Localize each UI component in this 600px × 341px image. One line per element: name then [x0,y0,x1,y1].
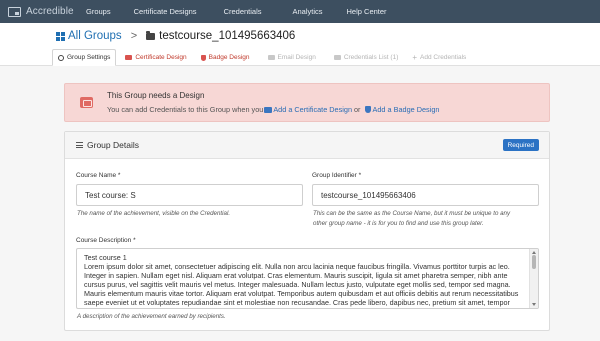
tab-label: Badge Design [208,54,250,61]
tab-label: Add Credentials [420,54,467,61]
tab-group-settings[interactable]: Group Settings [52,49,117,66]
scroll-thumb[interactable] [532,255,536,269]
add-badge-design-link[interactable]: Add a Badge Design [363,105,440,114]
tab-label: Credentials List (1) [343,54,399,61]
current-group: testcourse_101495663406 [146,30,295,42]
tab-badge-design[interactable]: Badge Design [196,49,255,66]
tab-certificate-design[interactable]: Certificate Design [120,49,191,66]
grid-icon [56,31,65,41]
accredible-logo-icon [8,6,21,17]
tab-label: Certificate Design [135,54,187,61]
list-icon [333,55,341,60]
scroll-down-icon[interactable] [532,303,536,306]
panel-title-label: Group Details [87,140,139,150]
list-icon [76,142,83,148]
tab-label: Email Design [277,54,316,61]
nav-analytics[interactable]: Analytics [293,7,323,16]
alert-title: This Group needs a Design [107,91,205,100]
textarea-scrollbar[interactable] [529,249,538,308]
nav-help-center[interactable]: Help Center [347,7,387,16]
group-identifier-help-line: other group name - it is for you to find… [313,219,484,227]
group-details-panel: Group Details Required Course Name * Tes… [64,131,550,331]
certificate-icon [125,55,133,60]
tab-add-credentials[interactable]: + Add Credentials [407,49,471,66]
breadcrumb: All Groups > testcourse_101495663406 [56,30,295,42]
course-description-textarea[interactable]: Test course 1 Lorem ipsum dolor sit amet… [76,248,539,309]
alert-text-or: or [354,105,361,114]
plus-icon: + [412,52,418,62]
breadcrumb-separator: > [130,30,138,42]
gear-icon [58,54,64,61]
group-identifier-help-line: This can be the same as the Course Name,… [313,210,511,217]
course-name-input[interactable]: Test course: S [76,184,303,206]
course-description-help: A description of the achievement earned … [77,313,226,320]
nav-credentials[interactable]: Credentials [224,7,262,16]
badge-icon [200,54,206,61]
badge-icon [364,106,371,113]
design-needed-alert: This Group needs a Design You can add Cr… [64,83,550,122]
course-description-label: Course Description * [76,237,136,244]
alert-text-before: You can add Credentials to this Group wh… [107,105,264,114]
link-label: Add a Badge Design [372,105,440,114]
panel-header: Group Details Required [65,132,549,159]
course-description-text: Test course 1 Lorem ipsum dolor sit amet… [84,253,519,308]
scroll-up-icon[interactable] [532,251,536,254]
email-icon [267,55,275,60]
nav-groups[interactable]: Groups [86,7,111,16]
panel-title: Group Details [76,140,139,150]
tab-label: Group Settings [67,54,111,61]
course-name-label: Course Name * [76,172,121,179]
all-groups-label: All Groups [68,30,122,42]
brand[interactable]: Accredible [0,6,86,17]
current-group-label: testcourse_101495663406 [159,30,296,42]
brand-name: Accredible [26,6,74,17]
group-identifier-label: Group Identifier * [312,172,362,179]
tab-email-design[interactable]: Email Design [263,49,321,66]
group-identifier-input[interactable]: testcourse_101495663406 [312,184,539,206]
required-badge: Required [502,139,539,151]
tab-credentials-list[interactable]: Credentials List (1) [329,49,404,66]
page-header: All Groups > testcourse_101495663406 Gro… [0,23,600,66]
folder-icon [146,30,156,40]
certificate-icon [80,97,93,108]
top-navbar: Accredible Groups Certificate Designs Cr… [0,0,600,23]
group-identifier-help: This can be the same as the Course Name,… [313,209,545,228]
course-name-help: The name of the achievement, visible on … [77,210,231,217]
add-certificate-design-link[interactable]: Add a Certificate Design [263,105,352,114]
alert-text: You can add Credentials to this Group wh… [107,105,439,114]
nav-certificate-designs[interactable]: Certificate Designs [134,7,197,16]
all-groups-link[interactable]: All Groups [56,30,122,42]
certificate-icon [264,106,273,113]
group-tabs: Group Settings Certificate Design Badge … [52,49,471,66]
link-label: Add a Certificate Design [273,105,352,114]
